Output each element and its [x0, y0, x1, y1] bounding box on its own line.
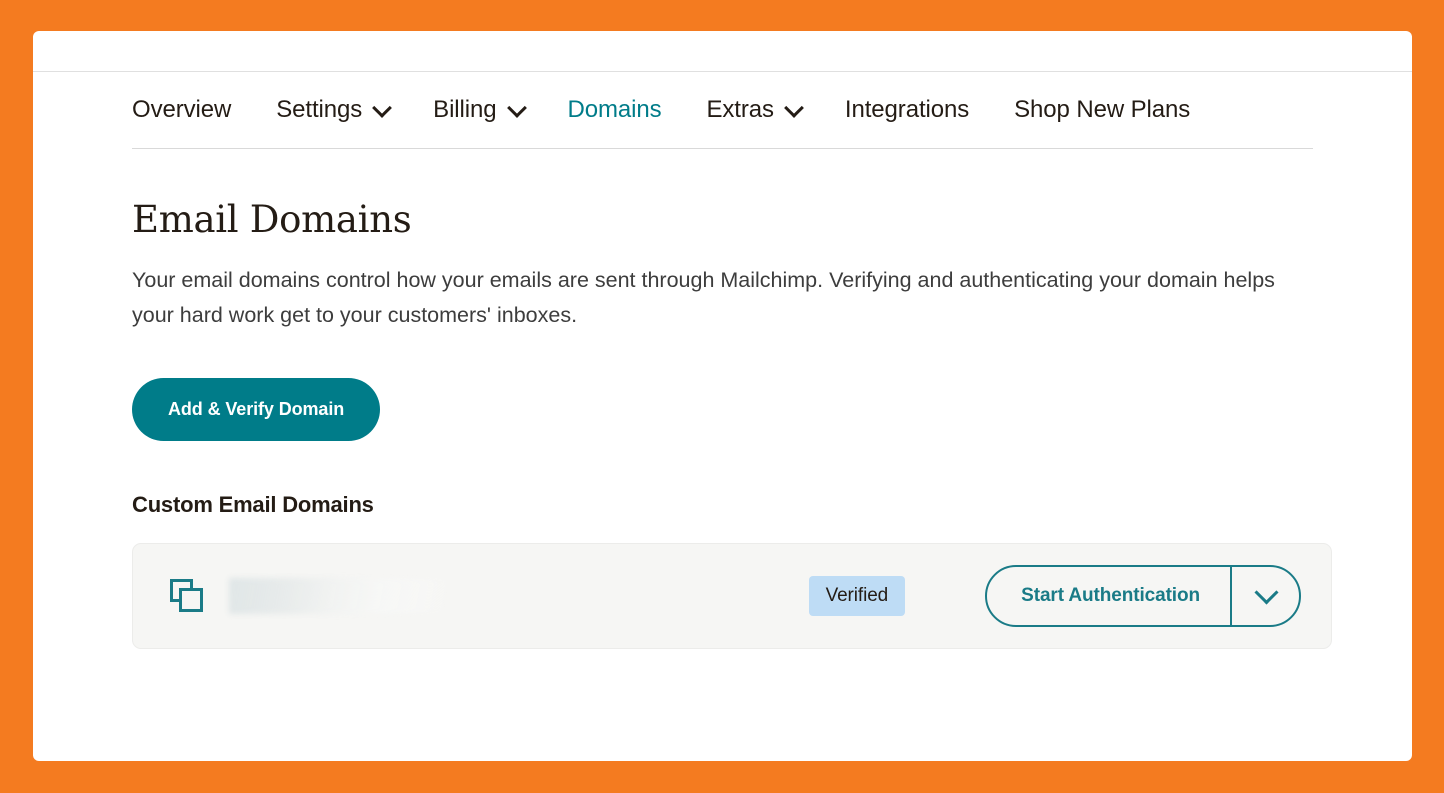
- page-title: Email Domains: [132, 198, 412, 241]
- nav-tab-label: Integrations: [844, 96, 970, 123]
- copy-icon[interactable]: [170, 579, 204, 613]
- nav-tab-label: Overview: [132, 96, 232, 123]
- chevron-down-icon: [1258, 584, 1274, 600]
- nav-tab-label: Shop New Plans: [1014, 96, 1191, 123]
- nav-tab-extras[interactable]: Extras: [707, 96, 800, 124]
- domain-row: Verified Start Authentication: [132, 543, 1332, 649]
- content-area: Overview Settings Billing Domains Extras…: [33, 72, 1412, 649]
- nav-tab-label: Settings: [276, 96, 363, 123]
- account-card: Overview Settings Billing Domains Extras…: [33, 31, 1412, 761]
- nav-tab-shop-new-plans[interactable]: Shop New Plans: [1014, 96, 1190, 124]
- nav-tab-label: Extras: [706, 96, 775, 123]
- copy-icon-front-square: [179, 588, 203, 612]
- chevron-down-icon: [510, 101, 523, 114]
- domain-actions-split-button: Start Authentication: [985, 565, 1301, 627]
- status-badge: Verified: [808, 576, 906, 616]
- nav-tab-billing[interactable]: Billing: [433, 96, 522, 124]
- domain-actions-dropdown-button[interactable]: [1232, 567, 1299, 625]
- chevron-down-icon: [787, 101, 800, 114]
- custom-email-domains-label: Custom Email Domains: [132, 492, 374, 517]
- chevron-down-icon: [375, 101, 388, 114]
- start-authentication-button[interactable]: Start Authentication: [987, 567, 1232, 625]
- nav-tab-integrations[interactable]: Integrations: [845, 96, 969, 124]
- nav-tab-overview[interactable]: Overview: [132, 96, 231, 124]
- nav-tab-settings[interactable]: Settings: [276, 96, 388, 124]
- nav-tab-label: Billing: [433, 96, 497, 123]
- page-description: Your email domains control how your emai…: [132, 268, 1275, 327]
- add-verify-domain-button[interactable]: Add & Verify Domain: [132, 378, 381, 441]
- nav-tab-domains[interactable]: Domains: [568, 96, 662, 124]
- domain-name: [229, 578, 451, 614]
- nav-tab-label: Domains: [567, 96, 662, 123]
- account-nav-tabs: Overview Settings Billing Domains Extras…: [132, 72, 1313, 149]
- card-top-bar: [33, 31, 1412, 72]
